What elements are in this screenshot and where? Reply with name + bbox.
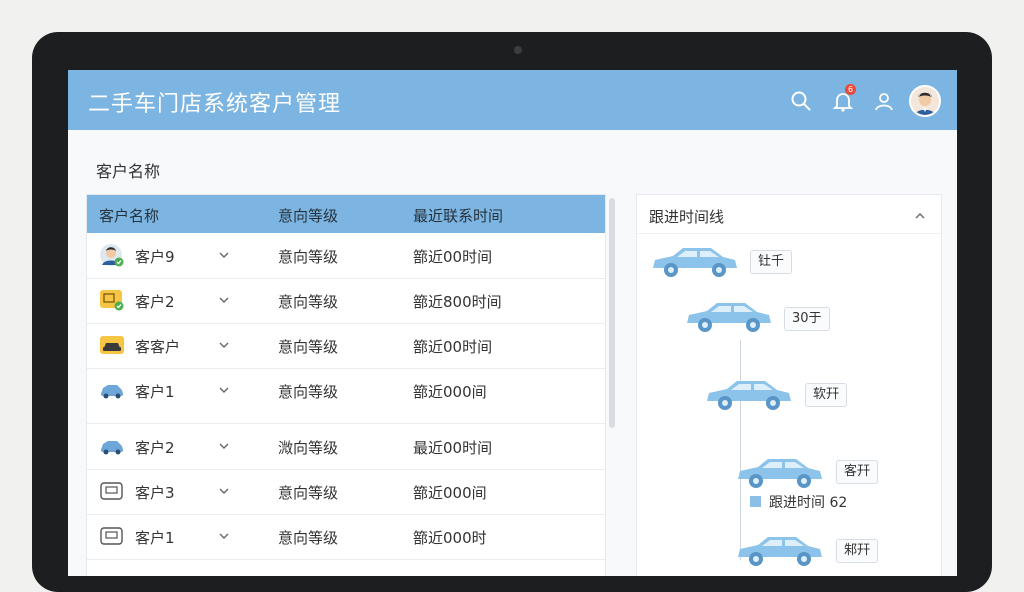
- blue-car-icon: [99, 378, 125, 402]
- chevron-down-icon[interactable]: [217, 382, 231, 396]
- customer-name: 客户2: [135, 293, 175, 311]
- timeline-tag: 钍千: [750, 250, 793, 274]
- person-avatar-icon: [99, 243, 125, 267]
- chevron-down-icon[interactable]: [217, 247, 231, 261]
- column-header-last-contact[interactable]: 最近联系时间: [413, 205, 503, 226]
- chevron-down-icon[interactable]: [217, 483, 231, 497]
- car-icon: [707, 381, 791, 410]
- customer-table: 客户名称 意向等级 最近联系时间 客户9 意向等级 篰近00时间 客户2 意向等…: [86, 194, 606, 576]
- last-contact-time: 篰近00时间: [413, 338, 493, 356]
- user-profile-icon[interactable]: [871, 88, 897, 114]
- timeline-title: 跟进时间线: [649, 208, 725, 226]
- customer-name: 客户3: [135, 484, 175, 502]
- customer-name: 客户9: [135, 248, 175, 266]
- notification-bell-icon[interactable]: 6: [830, 84, 856, 114]
- customer-name: 客户2: [135, 439, 175, 457]
- last-contact-time: 篰近000间: [413, 484, 487, 502]
- chevron-down-icon[interactable]: [217, 438, 231, 452]
- column-header-level[interactable]: 意向等级: [278, 205, 338, 226]
- last-contact-time: 篰近000时: [413, 529, 487, 547]
- followup-timeline-panel: 跟进时间线 钍千 30于 软幵 跟进时间 62 客幵 邾幵: [636, 194, 942, 576]
- table-row[interactable]: 客客户 意向等级 篰近00时间: [87, 323, 605, 369]
- intent-level: 意向等级: [278, 338, 339, 356]
- table-scrollbar[interactable]: [609, 198, 615, 428]
- yellow-car-icon: [99, 333, 125, 357]
- timeline-divider: [637, 233, 941, 234]
- app-title: 二手车门店系统客户管理: [88, 92, 342, 117]
- chevron-down-icon[interactable]: [217, 292, 231, 306]
- timeline-tag: 客幵: [836, 460, 879, 484]
- table-row[interactable]: 客户1 意向等级 篰近000时: [87, 514, 605, 560]
- car-icon: [738, 459, 822, 488]
- tablet-camera: [514, 46, 522, 54]
- timeline-tag: 邾幵: [836, 539, 879, 563]
- last-contact-time: 篰近000间: [413, 383, 487, 401]
- table-row[interactable]: 客户3 意向等级 篰近000间: [87, 469, 605, 515]
- timeline-tag: 30于: [784, 307, 830, 331]
- notification-badge: 6: [845, 84, 856, 95]
- column-header-name[interactable]: 客户名称: [99, 205, 159, 226]
- intent-level: 意向等级: [278, 529, 339, 547]
- customer-name: 客户1: [135, 529, 175, 547]
- customer-name: 客户1: [135, 383, 175, 401]
- car-icon: [653, 248, 737, 277]
- timeline-marker: [750, 496, 761, 507]
- chevron-down-icon[interactable]: [217, 337, 231, 351]
- last-contact-time: 最近00时间: [413, 439, 493, 457]
- car-icon: [738, 537, 822, 566]
- car-icon: [687, 303, 771, 332]
- table-row[interactable]: 客户2 溦向等级 最近00时间: [87, 424, 605, 470]
- chevron-down-icon[interactable]: [217, 528, 231, 542]
- section-label: 客户名称: [96, 162, 161, 181]
- timeline-note: 跟进时间 62: [769, 495, 848, 511]
- id-card-icon: [99, 288, 125, 312]
- timeline-tag: 软幵: [805, 383, 848, 407]
- last-contact-time: 篰近00时间: [413, 248, 493, 266]
- user-avatar[interactable]: [909, 85, 941, 117]
- app-screen: 二手车门店系统客户管理 6 客户名称 客户名称 意向等级 最近联系时间 客户9: [68, 70, 957, 576]
- intent-level: 意向等级: [278, 383, 339, 401]
- table-row[interactable]: 客户9 意向等级 篰近00时间: [87, 233, 605, 279]
- table-header: 客户名称 意向等级 最近联系时间: [87, 195, 605, 233]
- app-header: 二手车门店系统客户管理 6: [68, 70, 957, 130]
- blue-car-icon: [99, 434, 125, 458]
- table-row[interactable]: 客户2 意向等级 篰近800时间: [87, 278, 605, 324]
- intent-level: 意向等级: [278, 248, 339, 266]
- intent-level: 意向等级: [278, 293, 339, 311]
- customer-name: 客客户: [135, 338, 181, 356]
- table-row[interactable]: [87, 559, 605, 576]
- card-icon: [99, 479, 125, 503]
- search-icon[interactable]: [788, 88, 814, 114]
- chevron-up-icon[interactable]: [913, 208, 927, 222]
- last-contact-time: 篰近800时间: [413, 293, 502, 311]
- intent-level: 意向等级: [278, 484, 339, 502]
- table-row[interactable]: 客户1 意向等级 篰近000间: [87, 368, 605, 424]
- card-icon: [99, 524, 125, 548]
- intent-level: 溦向等级: [278, 439, 339, 457]
